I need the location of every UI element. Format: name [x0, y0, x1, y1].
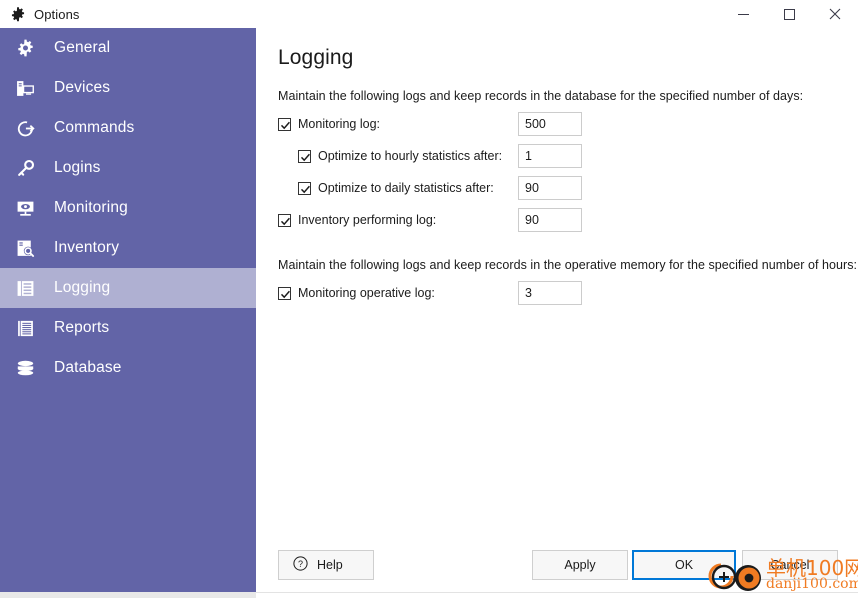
- sidebar-item-label: Reports: [54, 319, 110, 336]
- memory-section-description: Maintain the following logs and keep rec…: [278, 258, 858, 272]
- question-circle-icon: ?: [293, 556, 308, 574]
- sidebar-item-label: General: [54, 39, 111, 56]
- ok-button[interactable]: OK: [632, 550, 736, 580]
- inventory-performing-log-label: Inventory performing log:: [298, 213, 437, 227]
- window-controls: [720, 0, 858, 28]
- sidebar-bottom-strip: [0, 592, 256, 598]
- help-button[interactable]: ? Help: [278, 550, 374, 580]
- database-section-description: Maintain the following logs and keep rec…: [278, 89, 804, 103]
- sidebar-item-label: Logins: [54, 159, 101, 176]
- apply-button[interactable]: Apply: [532, 550, 628, 580]
- sidebar-item-general[interactable]: General: [0, 28, 256, 68]
- monitoring-log-checkbox[interactable]: [278, 117, 291, 131]
- help-button-label: Help: [317, 558, 343, 572]
- monitoring-operative-log-checkbox[interactable]: [278, 286, 291, 300]
- sidebar-item-monitoring[interactable]: Monitoring: [0, 188, 256, 228]
- minimize-button[interactable]: [720, 0, 766, 28]
- sidebar-item-label: Logging: [54, 279, 111, 296]
- gear-icon: [14, 37, 36, 59]
- monitor-eye-icon: [14, 197, 36, 219]
- daily-statistics-input[interactable]: [518, 176, 582, 200]
- hourly-statistics-row: Optimize to hourly statistics after:: [298, 144, 502, 168]
- inventory-performing-log-row: Inventory performing log:: [278, 208, 436, 232]
- window-bottom-strip: [256, 592, 858, 598]
- monitoring-operative-log-row: Monitoring operative log:: [278, 281, 435, 305]
- sidebar-item-label: Commands: [54, 119, 135, 136]
- sidebar-item-reports[interactable]: Reports: [0, 308, 256, 348]
- sidebar-item-label: Monitoring: [54, 199, 128, 216]
- hourly-statistics-input[interactable]: [518, 144, 582, 168]
- cancel-button-label: Cancel: [770, 558, 810, 572]
- daily-statistics-row: Optimize to daily statistics after:: [298, 176, 494, 200]
- window-title: Options: [34, 6, 80, 22]
- sidebar-item-logging[interactable]: Logging: [0, 268, 256, 308]
- content-panel: Logging Maintain the following logs and …: [256, 28, 858, 598]
- daily-statistics-checkbox[interactable]: [298, 181, 311, 195]
- sidebar-item-inventory[interactable]: Inventory: [0, 228, 256, 268]
- monitoring-log-row: Monitoring log:: [278, 112, 380, 136]
- sidebar-item-label: Database: [54, 359, 122, 376]
- sidebar-item-logins[interactable]: Logins: [0, 148, 256, 188]
- options-window: Options General Devices Commands Logins …: [0, 0, 858, 598]
- monitoring-log-input[interactable]: [518, 112, 582, 136]
- gear-icon: [10, 6, 26, 22]
- monitoring-log-label: Monitoring log:: [298, 117, 380, 131]
- inventory-search-icon: [14, 237, 36, 259]
- maximize-button[interactable]: [766, 0, 812, 28]
- key-icon: [14, 157, 36, 179]
- inventory-performing-log-checkbox[interactable]: [278, 213, 291, 227]
- sidebar-item-commands[interactable]: Commands: [0, 108, 256, 148]
- report-icon: [14, 317, 36, 339]
- hourly-statistics-checkbox[interactable]: [298, 149, 311, 163]
- cancel-button[interactable]: Cancel: [742, 550, 838, 580]
- sidebar-item-database[interactable]: Database: [0, 348, 256, 388]
- sidebar-item-devices[interactable]: Devices: [0, 68, 256, 108]
- monitoring-operative-log-label: Monitoring operative log:: [298, 286, 435, 300]
- inventory-performing-log-input[interactable]: [518, 208, 582, 232]
- database-icon: [14, 357, 36, 379]
- hourly-statistics-label: Optimize to hourly statistics after:: [318, 149, 503, 163]
- daily-statistics-label: Optimize to daily statistics after:: [318, 181, 494, 195]
- log-book-icon: [14, 277, 36, 299]
- titlebar-left: Options: [0, 0, 80, 28]
- sidebar: General Devices Commands Logins Monitori…: [0, 28, 256, 592]
- page-title: Logging: [278, 46, 354, 69]
- sidebar-item-label: Inventory: [54, 239, 120, 256]
- devices-icon: [14, 77, 36, 99]
- close-button[interactable]: [812, 0, 858, 28]
- sidebar-item-label: Devices: [54, 79, 111, 96]
- ok-button-label: OK: [674, 558, 694, 572]
- titlebar: Options: [0, 0, 858, 28]
- command-exit-icon: [14, 117, 36, 139]
- svg-text:?: ?: [298, 559, 303, 569]
- monitoring-operative-log-input[interactable]: [518, 281, 582, 305]
- apply-button-label: Apply: [564, 558, 596, 572]
